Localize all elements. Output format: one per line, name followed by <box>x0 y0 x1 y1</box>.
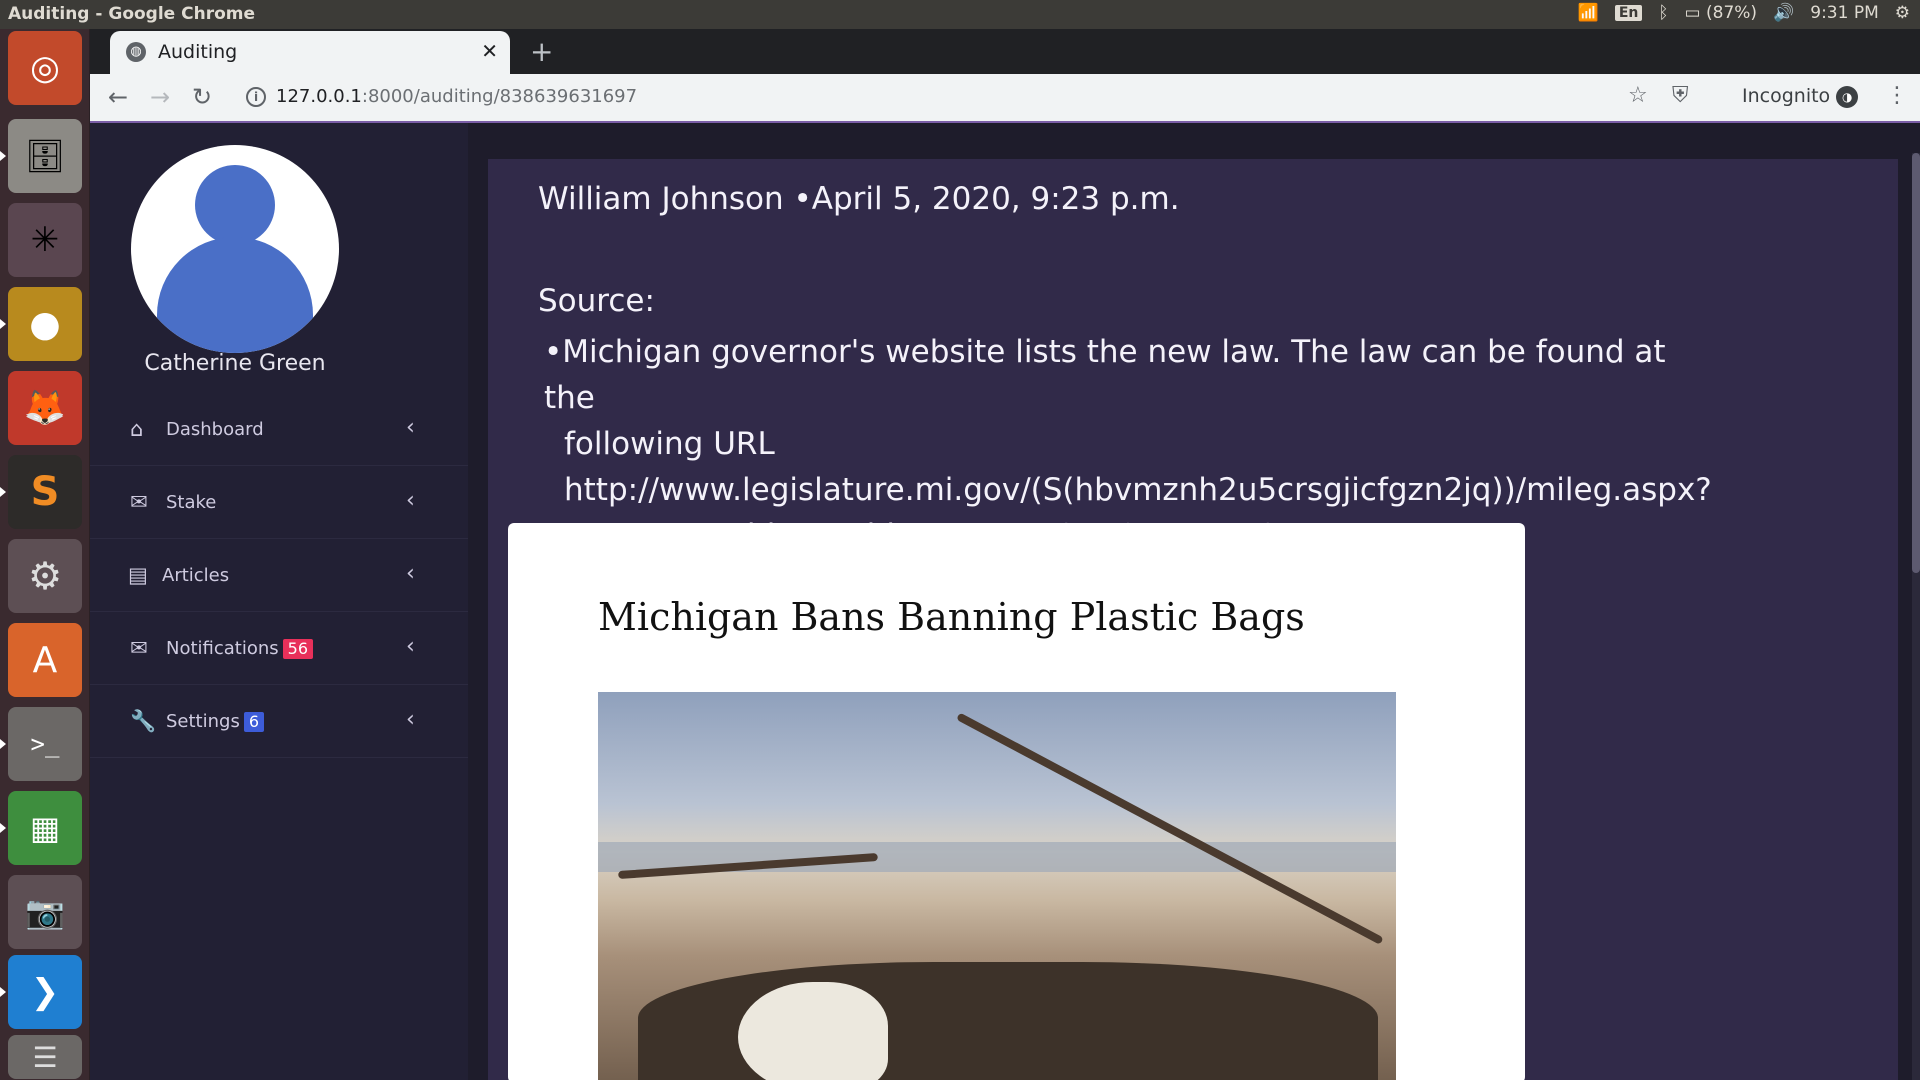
bluetooth-icon[interactable]: ᛒ <box>1658 3 1668 23</box>
chevron-left-icon: ‹ <box>406 415 415 440</box>
wrench-icon: 🔧 <box>130 709 157 733</box>
terminal-icon[interactable]: >_ <box>8 707 82 781</box>
article-card: Michigan Bans Banning Plastic Bags <box>508 523 1525 1080</box>
settings-label: Settings <box>166 711 240 732</box>
globe-icon: ◍ <box>126 42 146 62</box>
close-tab-icon[interactable]: ✕ <box>481 39 498 63</box>
url-path: :8000/auditing/838639631697 <box>361 86 638 107</box>
power-gear-icon[interactable]: ⚙ <box>1895 3 1910 23</box>
browser-menu-icon[interactable]: ⋮ <box>1886 83 1908 108</box>
chrome-icon[interactable]: ● <box>8 287 82 361</box>
extension-shield-icon[interactable]: ⛨ <box>1672 83 1689 108</box>
clock[interactable]: 9:31 PM <box>1810 3 1879 23</box>
running-indicator <box>0 823 6 833</box>
vscode-icon[interactable]: ❯ <box>8 955 82 1029</box>
photo-driftwood <box>956 712 1384 945</box>
envelope-open-icon: ✉ <box>130 636 148 660</box>
url-host: 127.0.0.1 <box>276 86 362 107</box>
settings-count-badge: 6 <box>243 712 265 732</box>
sidebar-item-label: Articles <box>162 565 230 586</box>
app-launcher: ◎ 🗄 ✳ ● 🦊 S ⚙ A >_ ▦ 📷 ❯ ☰ <box>0 29 90 1080</box>
sidebar-item-articles[interactable]: ▤ Articles ‹ <box>90 539 468 612</box>
tab-auditing[interactable]: ◍ Auditing ✕ <box>110 31 510 74</box>
chevron-left-icon: ‹ <box>406 634 415 659</box>
browser-tab-strip: ◍ Auditing ✕ + <box>90 29 1920 74</box>
sidebar-item-label: Notifications 56 <box>166 638 314 659</box>
notifications-count-badge: 56 <box>282 639 314 659</box>
software-center-icon[interactable]: A <box>8 623 82 697</box>
running-indicator <box>0 987 6 997</box>
battery-icon: ▭ <box>1684 3 1701 23</box>
volume-icon[interactable]: 🔊 <box>1773 3 1794 23</box>
beach-debris-photo <box>598 692 1396 1080</box>
tab-title: Auditing <box>158 41 238 63</box>
avatar-body <box>157 237 313 353</box>
page-viewport: Catherine Green ⌂ Dashboard ‹ ✉ Stake ‹ … <box>90 123 1920 1080</box>
source-url-line[interactable]: http://www.legislature.mi.gov/(S(hbvmznh… <box>544 467 1724 513</box>
system-settings-icon[interactable]: ⚙ <box>8 539 82 613</box>
page-scrollbar-thumb[interactable] <box>1912 153 1920 573</box>
sidebar-item-notifications[interactable]: ✉ Notifications 56 ‹ <box>90 612 468 685</box>
browser-toolbar: ← → ↻ i 127.0.0.1:8000/auditing/83863963… <box>90 74 1920 123</box>
keyboard-layout-indicator[interactable]: En <box>1614 5 1643 21</box>
sublime-text-icon[interactable]: S <box>8 455 82 529</box>
ubuntu-dash-icon[interactable]: ◎ <box>8 31 82 105</box>
running-indicator <box>0 319 6 329</box>
incognito-icon: ◑ <box>1836 85 1859 108</box>
sidebar-item-settings[interactable]: 🔧 Settings 6 ‹ <box>90 685 468 758</box>
workspaces-icon[interactable]: ☰ <box>8 1035 82 1079</box>
running-indicator <box>0 151 6 161</box>
slack-icon[interactable]: ✳ <box>8 203 82 277</box>
bookmark-star-icon[interactable]: ☆ <box>1628 83 1648 108</box>
wifi-icon[interactable]: 📶 <box>1578 3 1599 23</box>
newspaper-icon: ▤ <box>128 563 148 587</box>
avatar-head <box>195 165 275 245</box>
running-indicator <box>0 739 6 749</box>
photo-shell <box>738 982 888 1080</box>
system-tray: 📶 En ᛒ ▭ (87%) 🔊 9:31 PM ⚙ <box>1578 3 1910 23</box>
camera-icon[interactable]: 📷 <box>8 875 82 949</box>
reload-icon[interactable]: ↻ <box>192 83 212 111</box>
avatar[interactable] <box>131 145 339 353</box>
files-icon[interactable]: 🗄 <box>8 119 82 193</box>
sidebar-item-label: Settings 6 <box>166 711 265 732</box>
firefox-icon[interactable]: 🦊 <box>8 371 82 445</box>
envelope-icon: ✉ <box>130 490 148 514</box>
article-title: Michigan Bans Banning Plastic Bags <box>598 595 1305 639</box>
address-bar[interactable]: i 127.0.0.1:8000/auditing/838639631697 <box>230 80 1270 116</box>
chevron-left-icon: ‹ <box>406 488 415 513</box>
forward-arrow-icon[interactable]: → <box>150 83 170 111</box>
system-top-bar: Auditing - Google Chrome 📶 En ᛒ ▭ (87%) … <box>0 0 1920 29</box>
spreadsheet-icon[interactable]: ▦ <box>8 791 82 865</box>
sidebar-menu: ⌂ Dashboard ‹ ✉ Stake ‹ ▤ Articles ‹ ✉ N… <box>90 393 468 758</box>
battery-percentage: (87%) <box>1706 3 1758 23</box>
user-name: Catherine Green <box>144 351 326 376</box>
new-tab-button[interactable]: + <box>530 35 553 68</box>
window-title: Auditing - Google Chrome <box>8 4 256 24</box>
source-line: following URL <box>564 426 775 462</box>
chevron-left-icon: ‹ <box>406 561 415 586</box>
sidebar: Catherine Green ⌂ Dashboard ‹ ✉ Stake ‹ … <box>90 123 468 1080</box>
incognito-indicator[interactable]: Incognito ◑ <box>1742 85 1859 108</box>
sidebar-item-stake[interactable]: ✉ Stake ‹ <box>90 466 468 539</box>
running-indicator <box>0 487 6 497</box>
site-info-icon[interactable]: i <box>246 87 266 107</box>
battery-indicator[interactable]: ▭ (87%) <box>1685 3 1758 23</box>
notifications-label: Notifications <box>166 638 279 659</box>
back-arrow-icon[interactable]: ← <box>108 83 128 111</box>
sidebar-item-label: Stake <box>166 492 217 513</box>
source-line: •Michigan governor's website lists the n… <box>544 334 1666 416</box>
sidebar-item-label: Dashboard <box>166 419 264 440</box>
audit-meta: William Johnson •April 5, 2020, 9:23 p.m… <box>538 181 1180 217</box>
source-label: Source: <box>538 283 655 319</box>
sidebar-item-dashboard[interactable]: ⌂ Dashboard ‹ <box>90 393 468 466</box>
url-text[interactable]: 127.0.0.1:8000/auditing/838639631697 <box>276 86 637 107</box>
home-icon: ⌂ <box>130 417 144 441</box>
chevron-left-icon: ‹ <box>406 707 415 732</box>
incognito-label: Incognito <box>1742 85 1831 107</box>
